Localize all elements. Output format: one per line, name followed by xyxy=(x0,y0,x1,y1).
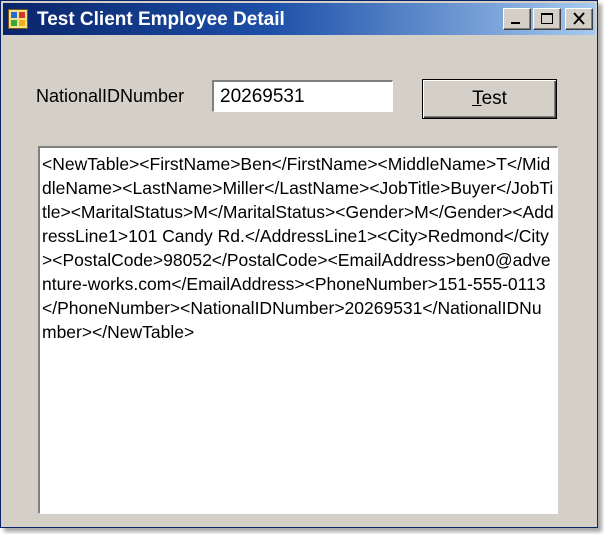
close-button[interactable] xyxy=(565,8,593,30)
title-bar[interactable]: Test Client Employee Detail xyxy=(3,3,595,35)
minimize-button[interactable] xyxy=(503,8,531,30)
maximize-button[interactable] xyxy=(533,8,561,30)
national-id-input[interactable] xyxy=(212,80,393,112)
test-button[interactable]: Test xyxy=(422,79,557,119)
main-window: Test Client Employee Detail NationalIDNu… xyxy=(0,0,598,528)
national-id-label: NationalIDNumber xyxy=(36,86,185,106)
test-button-mnemonic: T xyxy=(472,88,482,109)
window-title: Test Client Employee Detail xyxy=(37,9,285,30)
app-icon[interactable] xyxy=(8,9,28,29)
test-button-label: est xyxy=(481,88,507,109)
result-textarea[interactable]: <NewTable><FirstName>Ben</FirstName><Mid… xyxy=(38,146,558,514)
